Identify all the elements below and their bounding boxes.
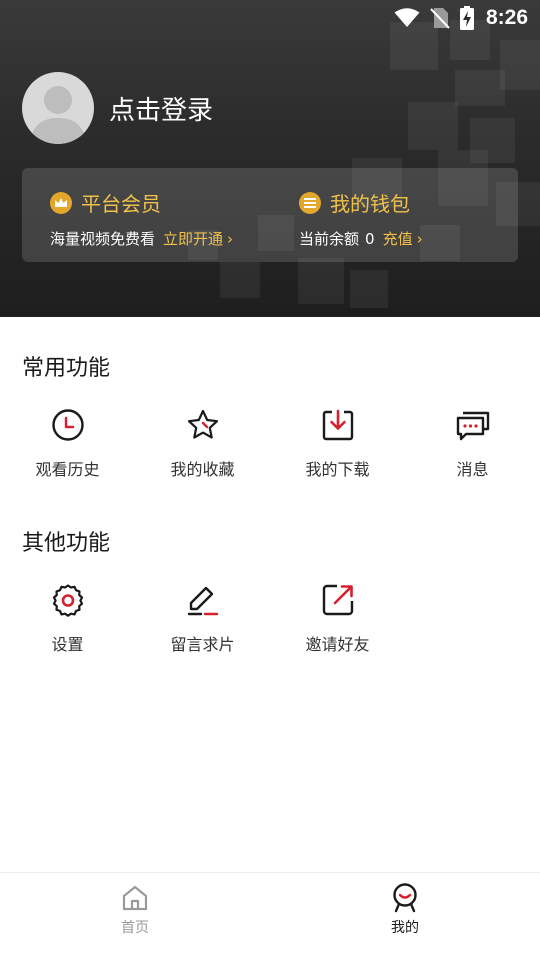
decor-square [408,102,458,150]
grid-item-request-movie[interactable]: 留言求片 [135,582,270,655]
grid-item-favorites[interactable]: 我的收藏 [135,407,270,480]
nav-home[interactable]: 首页 [0,873,270,960]
profile-icon [390,883,420,913]
grid-label: 我的收藏 [170,460,235,479]
grid-item-history[interactable]: 观看历史 [0,407,135,480]
avatar[interactable] [22,72,94,144]
grid-label: 观看历史 [35,460,100,479]
message-icon [455,407,491,443]
wallet-icon [299,191,321,214]
nav-me[interactable]: 我的 [270,873,540,960]
decor-square [298,258,344,304]
gear-icon [50,582,86,618]
balance-label: 当前余额 [299,230,360,248]
login-label[interactable]: 点击登录 [109,90,213,127]
star-icon [185,407,221,443]
vip-section[interactable]: 平台会员 海量视频免费看 立即开通 › [50,188,233,249]
nav-label: 首页 [121,920,149,936]
grid-label: 消息 [456,460,489,479]
wallet-title: 我的钱包 [330,192,410,216]
edit-icon [185,582,221,618]
common-functions-title: 常用功能 [22,356,111,381]
decor-square [500,40,540,90]
grid-item-messages[interactable]: 消息 [405,407,540,480]
decor-square [455,70,505,106]
membership-card: 平台会员 海量视频免费看 立即开通 › 我的钱包 当前余额 0 充值 › [22,168,518,262]
clock-icon [50,407,86,443]
profile-header: 8:26 点击登录 平台会员 海量视频免费看 立即开通 › 我的钱包 当前余额 … [0,0,540,317]
grid-item-settings[interactable]: 设置 [0,582,135,655]
share-icon [320,582,356,618]
no-sim-icon [430,7,450,29]
wifi-icon [394,8,420,28]
bottom-nav: 首页 我的 [0,872,540,960]
battery-charging-icon [459,6,474,30]
grid-label: 我的下载 [305,460,370,479]
grid-label: 留言求片 [170,635,235,654]
vip-subtitle: 海量视频免费看 [50,230,156,248]
nav-label: 我的 [391,920,419,936]
decor-square [350,270,388,308]
decor-square [220,262,260,298]
activate-vip-link[interactable]: 立即开通 [163,228,223,249]
download-icon [320,407,356,443]
crown-icon [50,191,72,214]
grid-item-downloads[interactable]: 我的下载 [270,407,405,480]
grid-label: 设置 [51,635,84,654]
other-functions-title: 其他功能 [22,531,111,556]
grid-item-invite[interactable]: 邀请好友 [270,582,405,655]
status-time: 8:26 [485,6,528,29]
grid-label: 邀请好友 [305,635,370,654]
status-bar: 8:26 [0,0,540,36]
chevron-right-icon: › [416,229,423,248]
recharge-link[interactable]: 充值 [383,228,413,249]
wallet-section[interactable]: 我的钱包 当前余额 0 充值 › [299,188,423,249]
login-row[interactable]: 点击登录 [22,72,213,144]
balance-value: 0 [365,229,375,248]
chevron-right-icon: › [227,229,234,248]
avatar-placeholder-icon [30,86,86,144]
home-icon [120,883,150,913]
vip-title: 平台会员 [81,192,161,216]
